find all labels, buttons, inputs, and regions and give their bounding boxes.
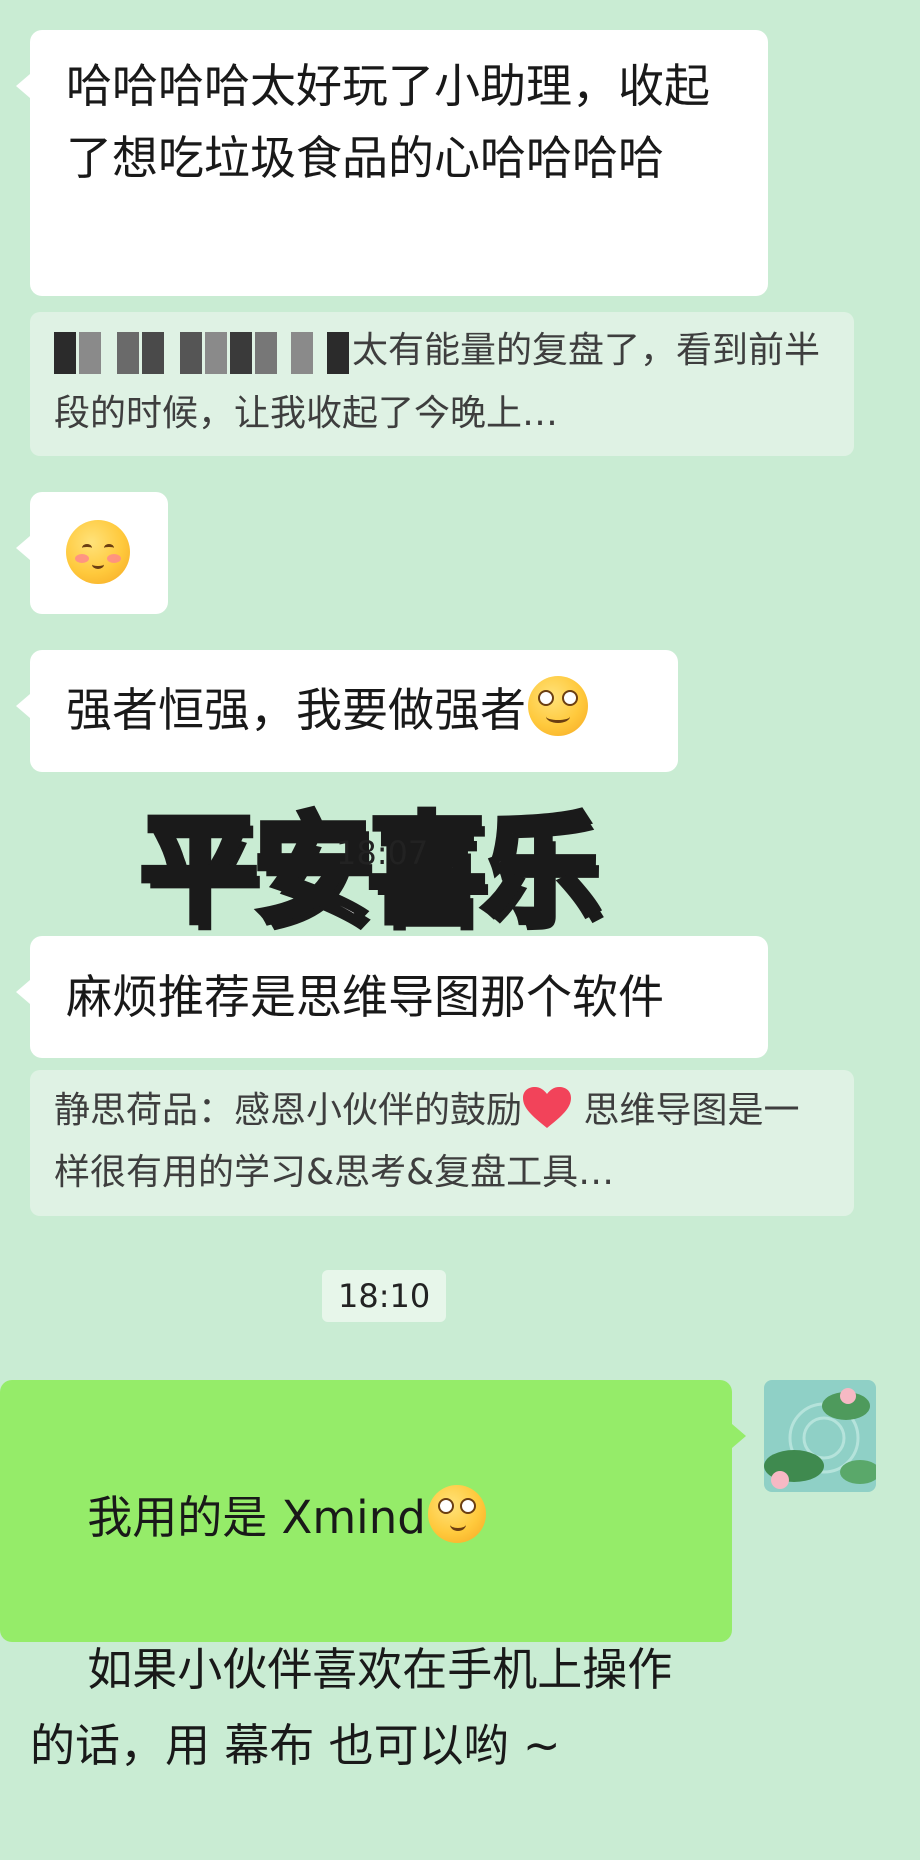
thinking-face-emoji-icon (427, 1485, 486, 1543)
message-bubble[interactable]: 麻烦推荐是思维导图那个软件 (16, 936, 768, 1058)
timestamp-badge: 18:10 (322, 1270, 447, 1322)
goofy-eyes-emoji-icon (528, 676, 588, 736)
emoji-message-bubble[interactable] (16, 492, 168, 614)
redacted-name (54, 321, 352, 383)
message-text: 如果小伙伴喜欢在手机上操作的话，用 幕布 也可以哟 ~ (30, 1643, 673, 1772)
message-bubble[interactable]: 哈哈哈哈太好玩了小助理，收起了想吃垃圾食品的心哈哈哈哈 (16, 30, 768, 296)
message-text: 强者恒强，我要做强者 (66, 683, 526, 737)
blushing-smile-emoji-icon (66, 520, 130, 584)
message-text: 麻烦推荐是思维导图那个软件 (66, 970, 664, 1024)
quoted-text: 静思荷品：感恩小伙伴的鼓励 (54, 1090, 523, 1131)
time-label: 18:07 (336, 834, 429, 872)
message-text: 我用的是 Xmind (87, 1491, 426, 1544)
message-bubble[interactable]: 强者恒强，我要做强者 (16, 650, 678, 772)
lotus-pond-avatar[interactable] (764, 1380, 876, 1492)
own-message-bubble[interactable]: 我用的是 Xmind 如果小伙伴喜欢在手机上操作的话，用 幕布 也可以哟 ~ (0, 1380, 746, 1772)
message-text: 哈哈哈哈太好玩了小助理，收起了想吃垃圾食品的心哈哈哈哈 (66, 59, 710, 185)
quoted-message[interactable]: 静思荷品：感恩小伙伴的鼓励 思维导图是一样很有用的学习&思考&复盘工具… (30, 1070, 854, 1216)
red-heart-icon (523, 1087, 572, 1128)
quoted-message[interactable]: 太有能量的复盘了，看到前半段的时候，让我收起了今晚上… (30, 312, 854, 456)
